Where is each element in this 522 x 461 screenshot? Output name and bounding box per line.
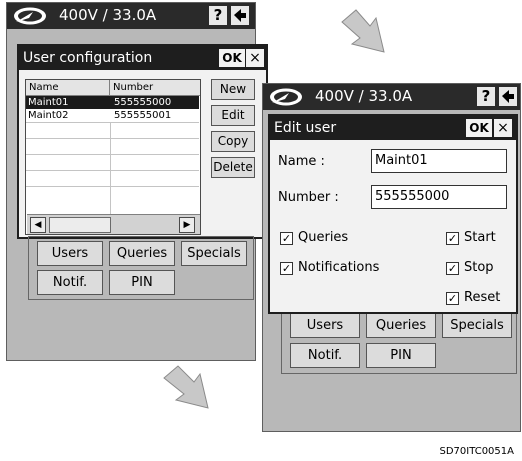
specials-button[interactable]: Specials — [181, 241, 247, 266]
status-bar: 400V / 33.0A ? — [263, 84, 520, 110]
help-icon[interactable]: ? — [209, 6, 227, 25]
menu-panel: Users Queries Specials Notif. PIN — [281, 308, 517, 374]
reset-label: Reset — [464, 290, 501, 305]
user-list[interactable]: Name Number Maint01 555555000 Maint02 55… — [25, 79, 201, 235]
scroll-thumb[interactable] — [49, 217, 111, 233]
status-bar: 400V / 33.0A ? — [7, 3, 255, 29]
arrow-icon — [163, 365, 209, 409]
arrow-icon — [341, 9, 385, 53]
name-label: Name : — [278, 154, 325, 169]
edit-user-dialog: Edit user OK × Name : Maint01 Number : 5… — [268, 114, 518, 314]
users-button[interactable]: Users — [37, 241, 103, 266]
column-header-name[interactable]: Name — [26, 80, 110, 96]
queries-button[interactable]: Queries — [109, 241, 175, 266]
reset-checkbox[interactable]: ✓ — [446, 292, 459, 305]
number-field[interactable]: 555555000 — [371, 185, 507, 209]
close-icon[interactable]: × — [246, 49, 264, 67]
grid-line — [26, 122, 199, 123]
menu-panel: Users Queries Specials Notif. PIN — [28, 236, 254, 300]
queries-label: Queries — [298, 230, 349, 245]
device-screen-1: 400V / 33.0A ? User configuration OK × N… — [6, 2, 268, 361]
pin-button[interactable]: PIN — [366, 343, 436, 368]
logo-icon — [14, 7, 46, 25]
notif-button[interactable]: Notif. — [37, 270, 103, 295]
logo-icon — [270, 88, 302, 106]
users-button[interactable]: Users — [290, 313, 360, 338]
device-screen-2: 400V / 33.0A ? Users Queries Specials No… — [262, 83, 521, 432]
pin-button[interactable]: PIN — [109, 270, 175, 295]
back-icon[interactable] — [231, 6, 249, 25]
figure-canvas: 400V / 33.0A ? User configuration OK × N… — [0, 0, 522, 461]
grid-line — [26, 186, 199, 187]
back-icon[interactable] — [499, 87, 517, 106]
close-icon[interactable]: × — [494, 119, 512, 137]
scroll-left-icon[interactable]: ◀ — [30, 217, 46, 233]
stop-checkbox[interactable]: ✓ — [446, 262, 459, 275]
start-checkbox[interactable]: ✓ — [446, 232, 459, 245]
grid-line — [26, 154, 199, 155]
queries-checkbox[interactable]: ✓ — [280, 232, 293, 245]
notifications-checkbox[interactable]: ✓ — [280, 262, 293, 275]
ok-button[interactable]: OK — [466, 119, 492, 137]
delete-button[interactable]: Delete — [211, 157, 255, 178]
edit-button[interactable]: Edit — [211, 105, 255, 126]
row-number: 555555001 — [114, 110, 172, 121]
help-icon[interactable]: ? — [477, 87, 495, 106]
specials-button[interactable]: Specials — [442, 313, 512, 338]
name-field[interactable]: Maint01 — [371, 149, 507, 173]
grid-line — [110, 122, 111, 214]
grid-line — [26, 170, 199, 171]
copy-button[interactable]: Copy — [211, 131, 255, 152]
start-label: Start — [464, 230, 496, 245]
scroll-right-icon[interactable]: ▶ — [179, 217, 195, 233]
number-label: Number : — [278, 190, 339, 205]
column-header-number[interactable]: Number — [110, 80, 200, 96]
ok-button[interactable]: OK — [219, 49, 245, 67]
figure-caption: SD70ITC0051A — [439, 446, 514, 457]
grid-line — [26, 138, 199, 139]
stop-label: Stop — [464, 260, 494, 275]
row-name: Maint01 — [28, 97, 69, 108]
queries-button[interactable]: Queries — [366, 313, 436, 338]
horizontal-scrollbar[interactable]: ◀ ▶ — [27, 214, 200, 234]
user-configuration-dialog: User configuration OK × Name Number Main… — [17, 44, 268, 239]
list-row[interactable]: Maint02 555555001 — [26, 109, 199, 122]
notifications-label: Notifications — [298, 260, 380, 275]
list-row[interactable]: Maint01 555555000 — [26, 96, 199, 109]
row-name: Maint02 — [28, 110, 69, 121]
row-number: 555555000 — [114, 97, 172, 108]
notif-button[interactable]: Notif. — [290, 343, 360, 368]
voltage-readout: 400V / 33.0A — [315, 87, 413, 105]
voltage-readout: 400V / 33.0A — [59, 6, 157, 24]
new-button[interactable]: New — [211, 79, 255, 100]
